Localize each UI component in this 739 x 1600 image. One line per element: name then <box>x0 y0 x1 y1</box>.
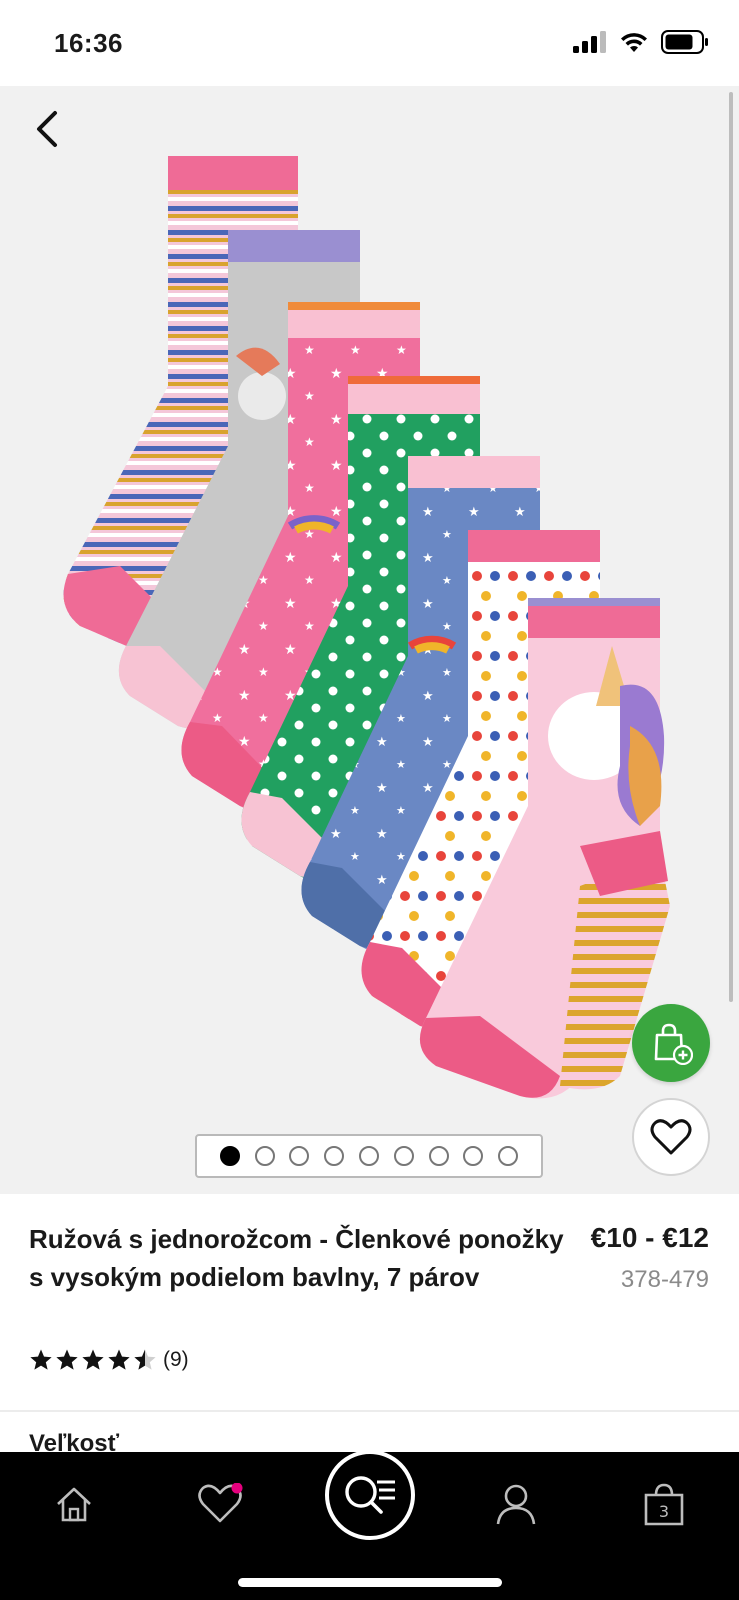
star-icon <box>134 1349 156 1370</box>
gallery-dot[interactable] <box>289 1146 310 1166</box>
add-to-bag-button[interactable] <box>632 1004 710 1082</box>
star-icon <box>30 1349 52 1370</box>
status-time: 16:36 <box>54 28 123 58</box>
star-icon <box>56 1349 78 1370</box>
user-icon <box>496 1484 536 1525</box>
add-to-wishlist-button[interactable] <box>632 1098 710 1176</box>
tab-search[interactable] <box>325 1450 415 1540</box>
bottom-tab-bar: 3 <box>0 1450 739 1600</box>
battery-icon <box>661 30 708 54</box>
shopping-bag-icon: 3 <box>644 1483 684 1526</box>
shopping-bag-plus-icon <box>654 1023 693 1065</box>
rating-count: (9) <box>163 1348 189 1371</box>
product-image[interactable]: ★ ★ ★ ★ <box>0 86 739 1194</box>
product-gallery[interactable]: ★ ★ ★ ★ <box>0 86 739 1194</box>
gallery-dot[interactable] <box>393 1146 414 1166</box>
product-code: 378-479 <box>620 1266 709 1293</box>
back-button[interactable] <box>22 104 72 154</box>
tab-home[interactable] <box>34 1472 114 1536</box>
product-rating[interactable]: (9) <box>29 1348 189 1372</box>
star-icon <box>82 1349 104 1370</box>
tab-favorites[interactable] <box>180 1472 260 1536</box>
status-bar: 16:36 <box>0 0 739 86</box>
wifi-icon <box>621 33 647 52</box>
gallery-dot[interactable] <box>219 1146 240 1166</box>
bag-count-badge: 3 <box>659 1502 669 1521</box>
rating-stars <box>29 1348 157 1372</box>
heart-icon <box>650 1119 692 1155</box>
tab-account[interactable] <box>476 1472 556 1536</box>
gallery-dot[interactable] <box>254 1146 275 1166</box>
gallery-dot[interactable] <box>324 1146 345 1166</box>
tab-bag[interactable]: 3 <box>624 1472 704 1536</box>
cellular-signal-icon <box>573 31 606 53</box>
gallery-dot[interactable] <box>358 1146 379 1166</box>
home-indicator <box>238 1578 502 1587</box>
divider <box>0 1410 739 1412</box>
scroll-indicator <box>729 92 733 1002</box>
product-price: €10 - €12 <box>590 1222 709 1253</box>
gallery-dot[interactable] <box>428 1146 449 1166</box>
product-info: Ružová s jednorožcom - Členkové ponožky … <box>0 1194 739 1457</box>
chevron-left-icon <box>37 111 57 147</box>
gallery-dot[interactable] <box>498 1146 519 1166</box>
gallery-pagination[interactable] <box>195 1134 543 1178</box>
heart-icon <box>198 1483 243 1523</box>
home-icon <box>57 1487 91 1522</box>
search-list-icon <box>345 1476 395 1514</box>
gallery-dot[interactable] <box>463 1146 484 1166</box>
star-icon <box>108 1349 130 1370</box>
product-title: Ružová s jednorožcom - Členkové ponožky … <box>29 1224 564 1292</box>
status-icons <box>573 30 709 54</box>
